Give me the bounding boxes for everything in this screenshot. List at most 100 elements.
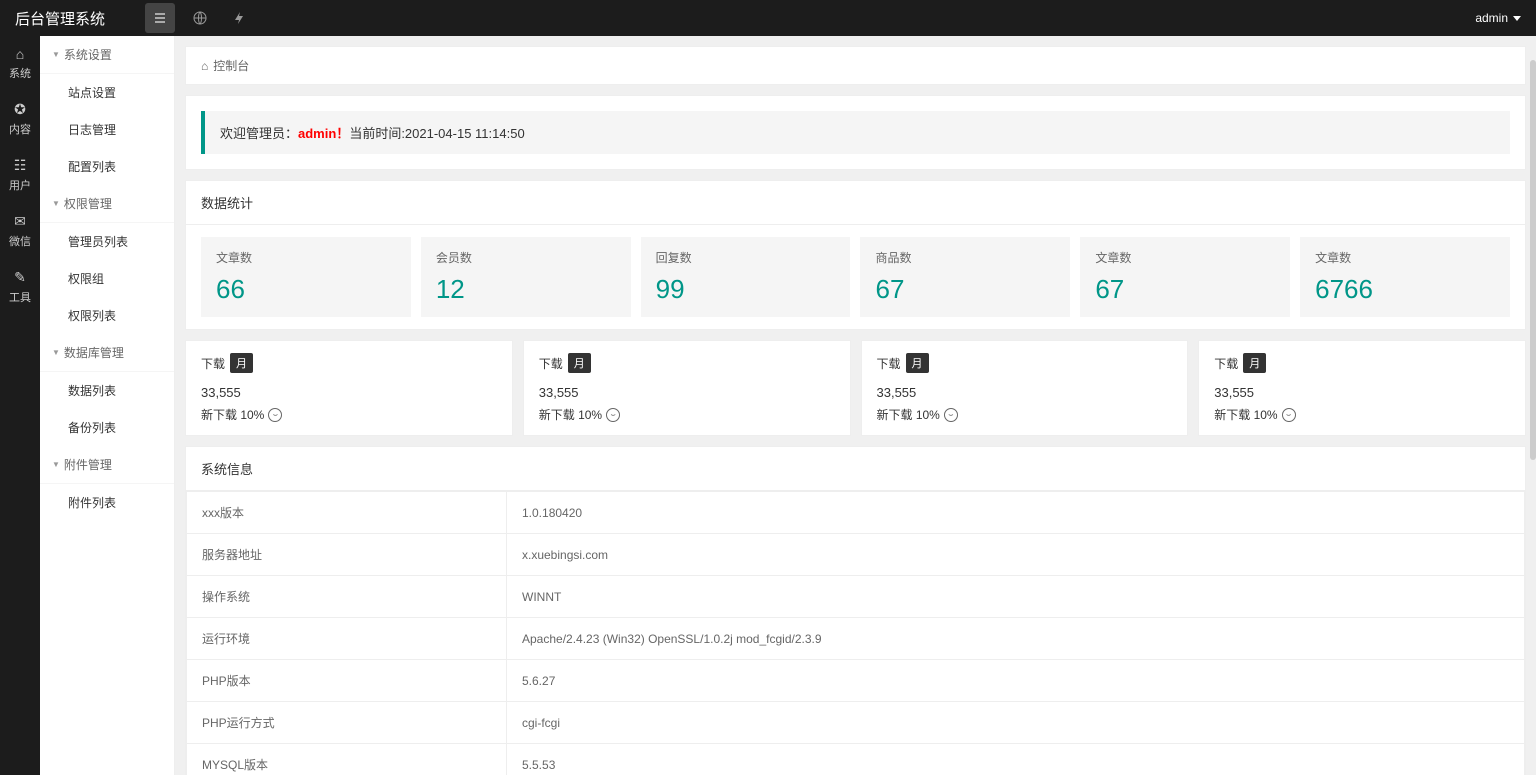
stat-card: 文章数 67: [1080, 237, 1290, 317]
nav-group-title[interactable]: 附件管理: [40, 446, 174, 484]
user-name: admin: [1475, 11, 1508, 25]
sidebar-item-content[interactable]: ✪ 内容: [0, 91, 40, 147]
stat-label: 商品数: [875, 249, 1055, 266]
nav-item[interactable]: 日志管理: [40, 111, 174, 148]
stat-card: 回复数 99: [641, 237, 851, 317]
stats-title: 数据统计: [186, 181, 1525, 225]
table-row: MYSQL版本5.5.53: [187, 744, 1525, 775]
table-row: 操作系统WINNT: [187, 576, 1525, 618]
breadcrumb: ⌂ 控制台: [185, 46, 1526, 85]
download-title-text: 下载: [539, 355, 563, 372]
scrollbar[interactable]: [1530, 60, 1536, 775]
stat-card: 会员数 12: [421, 237, 631, 317]
welcome-time: 当前时间:2021-04-15 11:14:50: [349, 126, 524, 141]
info-value: WINNT: [507, 576, 1525, 618]
welcome-panel: 欢迎管理员：admin！当前时间:2021-04-15 11:14:50: [185, 95, 1526, 170]
info-value: 5.6.27: [507, 660, 1525, 702]
smile-icon: ⌣: [1282, 408, 1296, 422]
narrow-sidebar: ⌂ 系统 ✪ 内容 ☷ 用户 ✉ 微信 ✎ 工具: [0, 36, 40, 775]
nav-item[interactable]: 站点设置: [40, 74, 174, 111]
cache-header-icon[interactable]: [225, 3, 255, 33]
nav-group-title[interactable]: 权限管理: [40, 185, 174, 223]
download-card: 下载月 33,555 新下载 10% ⌣: [861, 340, 1189, 436]
nav-item[interactable]: 数据列表: [40, 372, 174, 409]
nav-item[interactable]: 权限组: [40, 260, 174, 297]
breadcrumb-text: 控制台: [213, 57, 249, 74]
download-card: 下载月33,555新下载 10% ⌣: [1198, 340, 1526, 436]
smile-icon: ⌣: [944, 408, 958, 422]
wide-sidebar: 系统设置站点设置日志管理配置列表权限管理管理员列表权限组权限列表数据库管理数据列…: [40, 36, 175, 775]
sidebar-item-users[interactable]: ☷ 用户: [0, 147, 40, 203]
info-label: PHP版本: [187, 660, 507, 702]
download-card: 下载月 33,555 新下载 10% ⌣: [185, 340, 513, 436]
stat-label: 会员数: [436, 249, 616, 266]
stats-panel: 数据统计 文章数66会员数12回复数99商品数67文章数67文章数6766: [185, 180, 1526, 330]
menu-toggle-icon[interactable]: [145, 3, 175, 33]
sidebar-item-system[interactable]: ⌂ 系统: [0, 36, 40, 91]
welcome-admin: admin！: [298, 126, 349, 141]
info-label: 运行环境: [187, 618, 507, 660]
stat-card: 文章数6766: [1300, 237, 1510, 317]
logo: 后台管理系统: [15, 8, 135, 29]
wrench-icon: ✎: [0, 269, 40, 286]
table-row: PHP版本5.6.27: [187, 660, 1525, 702]
sidebar-item-wechat[interactable]: ✉ 微信: [0, 203, 40, 259]
download-badge: 月: [230, 353, 253, 373]
table-row: PHP运行方式cgi-fcgi: [187, 702, 1525, 744]
download-detail: 新下载 10% ⌣: [539, 406, 835, 423]
home-icon: ⌂: [0, 46, 40, 62]
download-detail: 新下载 10% ⌣: [877, 406, 1173, 423]
download-title-text: 下载: [201, 355, 225, 372]
info-label: MYSQL版本: [187, 744, 507, 775]
stat-value: 66: [216, 274, 396, 305]
globe-header-icon[interactable]: [185, 3, 215, 33]
stat-value: 12: [436, 274, 616, 305]
users-icon: ☷: [0, 157, 40, 174]
info-value: 1.0.180420: [507, 492, 1525, 534]
download-number: 33,555: [201, 385, 497, 400]
main-content: ⌂ 控制台 欢迎管理员：admin！当前时间:2021-04-15 11:14:…: [175, 36, 1536, 775]
stat-label: 文章数: [1095, 249, 1275, 266]
info-label: PHP运行方式: [187, 702, 507, 744]
stat-value: 99: [656, 274, 836, 305]
nav-group-title[interactable]: 数据库管理: [40, 334, 174, 372]
table-row: 运行环境Apache/2.4.23 (Win32) OpenSSL/1.0.2j…: [187, 618, 1525, 660]
stat-label: 文章数: [1315, 249, 1495, 266]
info-value: Apache/2.4.23 (Win32) OpenSSL/1.0.2j mod…: [507, 618, 1525, 660]
download-badge: 月: [906, 353, 929, 373]
wechat-icon: ✉: [0, 213, 40, 230]
table-row: 服务器地址x.xuebingsi.com: [187, 534, 1525, 576]
stat-value: 67: [1095, 274, 1275, 305]
download-title-text: 下载: [877, 355, 901, 372]
download-detail: 新下载 10% ⌣: [1214, 406, 1510, 423]
download-number: 33,555: [539, 385, 835, 400]
smile-icon: ⌣: [606, 408, 620, 422]
home-breadcrumb-icon: ⌂: [201, 59, 208, 73]
sidebar-item-tools[interactable]: ✎ 工具: [0, 259, 40, 315]
nav-group-title[interactable]: 系统设置: [40, 36, 174, 74]
user-menu[interactable]: admin: [1475, 11, 1521, 25]
stat-card: 文章数 66: [201, 237, 411, 317]
globe-icon: ✪: [0, 101, 40, 118]
sysinfo-title: 系统信息: [186, 447, 1525, 491]
nav-item[interactable]: 管理员列表: [40, 223, 174, 260]
info-label: 操作系统: [187, 576, 507, 618]
info-label: 服务器地址: [187, 534, 507, 576]
stat-label: 回复数: [656, 249, 836, 266]
nav-item[interactable]: 配置列表: [40, 148, 174, 185]
nav-item[interactable]: 备份列表: [40, 409, 174, 446]
info-value: cgi-fcgi: [507, 702, 1525, 744]
download-number: 33,555: [877, 385, 1173, 400]
top-header: 后台管理系统 admin: [0, 0, 1536, 36]
download-badge: 月: [1243, 353, 1266, 373]
sysinfo-panel: 系统信息 xxx版本1.0.180420服务器地址x.xuebingsi.com…: [185, 446, 1526, 775]
nav-item[interactable]: 附件列表: [40, 484, 174, 521]
stat-label: 文章数: [216, 249, 396, 266]
smile-icon: ⌣: [268, 408, 282, 422]
download-title-text: 下载: [1214, 355, 1238, 372]
download-detail: 新下载 10% ⌣: [201, 406, 497, 423]
download-badge: 月: [568, 353, 591, 373]
dropdown-icon: [1513, 16, 1521, 21]
info-value: 5.5.53: [507, 744, 1525, 775]
nav-item[interactable]: 权限列表: [40, 297, 174, 334]
